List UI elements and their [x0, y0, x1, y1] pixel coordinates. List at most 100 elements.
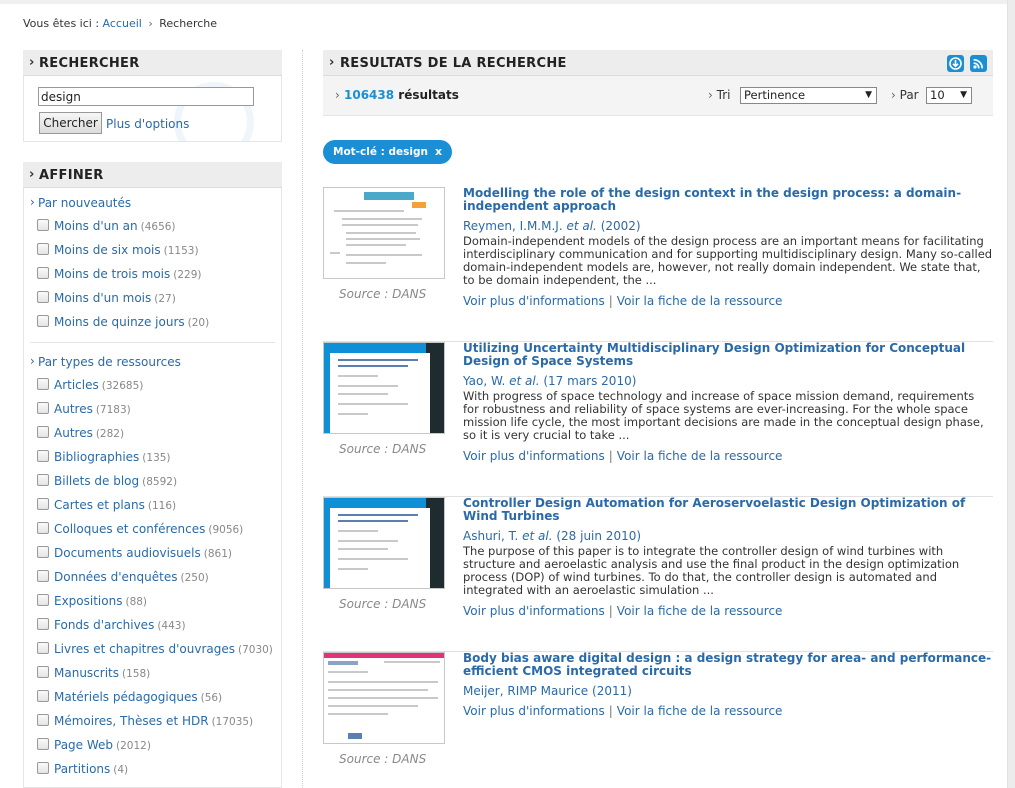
- facet-label[interactable]: Partitions: [54, 762, 110, 776]
- facet-label[interactable]: Page Web: [54, 738, 113, 752]
- more-info-link[interactable]: Voir plus d'informations: [463, 604, 605, 618]
- rss-icon[interactable]: [970, 55, 987, 72]
- facet-item[interactable]: Page Web (2012): [24, 733, 281, 757]
- facet-checkbox[interactable]: [37, 474, 49, 486]
- resource-sheet-link[interactable]: Voir la fiche de la ressource: [617, 449, 783, 463]
- facet-item[interactable]: Fonds d'archives (443): [24, 613, 281, 637]
- facet-item[interactable]: Moins de quinze jours (20): [24, 310, 281, 334]
- facet-item[interactable]: Colloques et conférences (9056): [24, 517, 281, 541]
- resource-sheet-link[interactable]: Voir la fiche de la ressource: [617, 604, 783, 618]
- facet-label[interactable]: Cartes et plans: [54, 498, 145, 512]
- result-authors: Meijer, RIMP Maurice (2011): [463, 684, 632, 698]
- facet-label[interactable]: Colloques et conférences: [54, 522, 205, 536]
- more-info-link[interactable]: Voir plus d'informations: [463, 294, 605, 308]
- facet-label[interactable]: Données d'enquêtes: [54, 570, 177, 584]
- facet-label[interactable]: Mémoires, Thèses et HDR: [54, 714, 209, 728]
- facet-item[interactable]: Billets de blog (8592): [24, 469, 281, 493]
- facet-label[interactable]: Moins d'un an: [54, 219, 138, 233]
- facet-label[interactable]: Livres et chapitres d'ouvrages: [54, 642, 235, 656]
- facet-checkbox[interactable]: [37, 762, 49, 774]
- facet-label[interactable]: Autres: [54, 426, 93, 440]
- facet-checkbox[interactable]: [37, 642, 49, 654]
- facet-checkbox[interactable]: [37, 267, 49, 279]
- facet-checkbox[interactable]: [37, 378, 49, 390]
- result-title-link[interactable]: Body bias aware digital design : a desig…: [463, 652, 993, 678]
- search-input[interactable]: [38, 87, 254, 106]
- facet-item[interactable]: Expositions (88): [24, 589, 281, 613]
- facet-checkbox[interactable]: [37, 522, 49, 534]
- facet-label[interactable]: Moins de six mois: [54, 243, 161, 257]
- sort-select[interactable]: Pertinence ▼: [740, 87, 877, 104]
- breadcrumb-home-link[interactable]: Accueil: [103, 17, 142, 30]
- refine-panel-header: › AFFINER: [23, 162, 282, 188]
- resource-sheet-link[interactable]: Voir la fiche de la ressource: [617, 704, 783, 718]
- facet-item[interactable]: Autres (7183): [24, 397, 281, 421]
- facet-checkbox[interactable]: [37, 618, 49, 630]
- facet-label[interactable]: Documents audiovisuels: [54, 546, 201, 560]
- facet-label[interactable]: Autres: [54, 402, 93, 416]
- facet-checkbox[interactable]: [37, 219, 49, 231]
- remove-filter-icon[interactable]: x: [435, 145, 442, 158]
- facet-item[interactable]: Documents audiovisuels (861): [24, 541, 281, 565]
- facet-item[interactable]: Moins d'un mois (27): [24, 286, 281, 310]
- more-info-link[interactable]: Voir plus d'informations: [463, 449, 605, 463]
- facet-group-title[interactable]: › Par types de ressources: [24, 349, 281, 373]
- download-icon[interactable]: [947, 55, 964, 72]
- breadcrumb-prefix: Vous êtes ici :: [23, 17, 100, 30]
- result-item: Source : DANS Modelling the role of the d…: [323, 187, 993, 342]
- facet-label[interactable]: Fonds d'archives: [54, 618, 154, 632]
- facet-checkbox[interactable]: [37, 714, 49, 726]
- result-thumbnail[interactable]: [323, 342, 445, 434]
- facet-checkbox[interactable]: [37, 666, 49, 678]
- more-info-link[interactable]: Voir plus d'informations: [463, 704, 605, 718]
- facet-label[interactable]: Matériels pédagogiques: [54, 690, 198, 704]
- facet-item[interactable]: Manuscrits (158): [24, 661, 281, 685]
- window-scrollbar[interactable]: [1007, 0, 1015, 788]
- result-thumbnail[interactable]: [323, 187, 445, 279]
- facet-item[interactable]: Cartes et plans (116): [24, 493, 281, 517]
- resource-sheet-link[interactable]: Voir la fiche de la ressource: [617, 294, 783, 308]
- facet-checkbox[interactable]: [37, 498, 49, 510]
- facet-checkbox[interactable]: [37, 450, 49, 462]
- result-date: (2002): [600, 219, 641, 233]
- result-title-link[interactable]: Utilizing Uncertainty Multidisciplinary …: [463, 342, 993, 368]
- facet-item[interactable]: Matériels pédagogiques (56): [24, 685, 281, 709]
- facet-label[interactable]: Expositions: [54, 594, 122, 608]
- facet-checkbox[interactable]: [37, 426, 49, 438]
- facet-checkbox[interactable]: [37, 738, 49, 750]
- facet-group-title[interactable]: › Par nouveautés: [24, 190, 281, 214]
- facet-checkbox[interactable]: [37, 570, 49, 582]
- facet-label[interactable]: Articles: [54, 378, 99, 392]
- facet-label[interactable]: Moins d'un mois: [54, 291, 151, 305]
- facet-checkbox[interactable]: [37, 546, 49, 558]
- facet-item[interactable]: Données d'enquêtes (250): [24, 565, 281, 589]
- result-title-link[interactable]: Modelling the role of the design context…: [463, 187, 993, 213]
- facet-label[interactable]: Billets de blog: [54, 474, 139, 488]
- facet-label[interactable]: Bibliographies: [54, 450, 139, 464]
- facet-item[interactable]: Livres et chapitres d'ouvrages (7030): [24, 637, 281, 661]
- result-title-link[interactable]: Controller Design Automation for Aeroser…: [463, 497, 993, 523]
- facet-checkbox[interactable]: [37, 315, 49, 327]
- facet-item[interactable]: Bibliographies (135): [24, 445, 281, 469]
- facet-count: (20): [187, 317, 210, 329]
- facet-item[interactable]: Autres (282): [24, 421, 281, 445]
- search-button[interactable]: Chercher: [39, 112, 102, 134]
- result-thumbnail[interactable]: [323, 652, 445, 744]
- facet-item[interactable]: Moins de trois mois (229): [24, 262, 281, 286]
- more-options-link[interactable]: Plus d'options: [106, 117, 189, 131]
- facet-item[interactable]: Mémoires, Thèses et HDR (17035): [24, 709, 281, 733]
- facet-label[interactable]: Manuscrits: [54, 666, 119, 680]
- facet-item[interactable]: Partitions (4): [24, 757, 281, 781]
- facet-item[interactable]: Articles (32685): [24, 373, 281, 397]
- facet-checkbox[interactable]: [37, 594, 49, 606]
- facet-checkbox[interactable]: [37, 243, 49, 255]
- result-thumbnail[interactable]: [323, 497, 445, 589]
- facet-label[interactable]: Moins de trois mois: [54, 267, 170, 281]
- facet-item[interactable]: Moins de six mois (1153): [24, 238, 281, 262]
- facet-checkbox[interactable]: [37, 690, 49, 702]
- facet-label[interactable]: Moins de quinze jours: [54, 315, 185, 329]
- facet-checkbox[interactable]: [37, 402, 49, 414]
- per-page-select[interactable]: 10 ▼: [926, 87, 972, 104]
- facet-item[interactable]: Moins d'un an (4656): [24, 214, 281, 238]
- facet-checkbox[interactable]: [37, 291, 49, 303]
